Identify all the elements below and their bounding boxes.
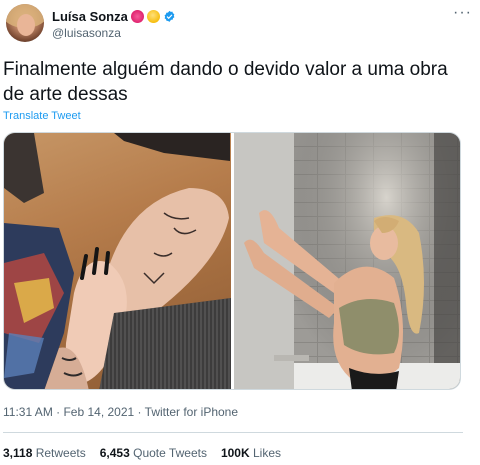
author-handle[interactable]: @luisasonza xyxy=(52,26,176,40)
tweet-header: Luísa Sonza @luisasonza ··· xyxy=(6,4,474,44)
avatar[interactable] xyxy=(6,4,44,42)
author-names: Luísa Sonza @luisasonza xyxy=(52,8,176,40)
tweet-timestamp[interactable]: 11:31 AM · Feb 14, 2021 · Twitter for iP… xyxy=(3,405,238,419)
photo-2-illustration xyxy=(234,133,460,389)
tweet-stats: 3,118 Retweets 6,453 Quote Tweets 100K L… xyxy=(3,446,281,460)
more-options-icon[interactable]: ··· xyxy=(453,5,472,21)
photo-1-illustration xyxy=(4,133,231,389)
retweets-count: 3,118 xyxy=(3,446,33,460)
quote-tweets-stat[interactable]: 6,453 Quote Tweets xyxy=(100,446,207,460)
tweet-card: Luísa Sonza @luisasonza ··· Finalmente a… xyxy=(0,0,480,465)
likes-count: 100K xyxy=(220,446,250,460)
retweets-label: Retweets xyxy=(35,446,86,460)
divider-line xyxy=(3,432,463,433)
avatar-face xyxy=(17,14,35,36)
verified-badge-icon xyxy=(164,10,175,22)
media-photo-2[interactable] xyxy=(234,133,460,389)
tweet-text: Finalmente alguém dando o devido valor a… xyxy=(3,59,448,105)
retweets-stat[interactable]: 3,118 Retweets xyxy=(3,446,86,460)
translate-tweet-link[interactable]: Translate Tweet xyxy=(3,110,81,122)
likes-stat[interactable]: 100K Likes xyxy=(221,446,281,460)
media-photo-1[interactable] xyxy=(4,133,231,389)
display-name[interactable]: Luísa Sonza xyxy=(52,9,128,24)
quotes-label: Quote Tweets xyxy=(133,446,207,460)
tweet-media xyxy=(3,132,461,390)
display-name-row: Luísa Sonza xyxy=(52,8,176,24)
relieved-face-emoji xyxy=(146,9,160,23)
likes-label: Likes xyxy=(252,446,281,460)
heart-face-emoji xyxy=(130,9,144,23)
quotes-count: 6,453 xyxy=(99,446,130,460)
